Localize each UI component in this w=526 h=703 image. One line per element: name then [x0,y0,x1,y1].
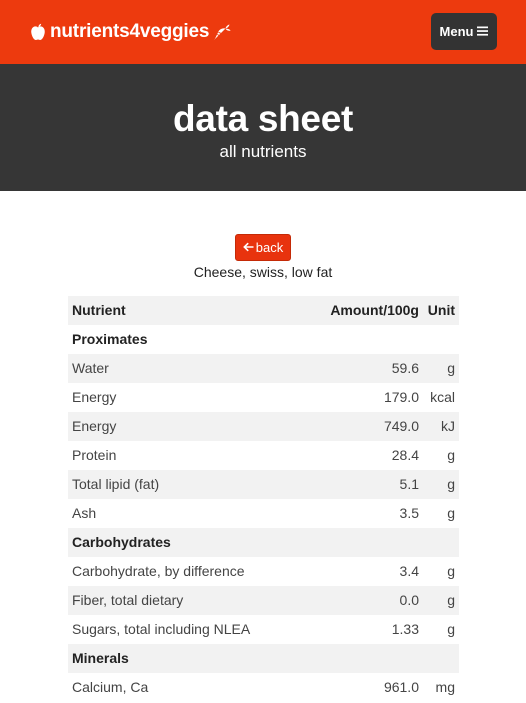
nutrient-amount: 961.0 [383,679,419,695]
table-row: Carbohydrate, by difference 3.4 g [68,557,459,586]
back-label: back [255,240,284,255]
nutrient-name: Ash [72,505,97,521]
nutrient-unit: g [447,592,455,608]
nutrient-amount: 3.4 [399,563,419,579]
carrot-icon [213,23,231,41]
nutrient-name: Fiber, total dietary [72,592,184,608]
nutrient-amount: 3.5 [399,505,419,521]
table-group-row: Carbohydrates [68,528,459,557]
nutrient-amount: 179.0 [383,389,419,405]
nutrient-amount: 5.1 [399,476,419,492]
arrow-left-icon [242,240,254,255]
nutrient-name: Energy [72,418,117,434]
nutrient-unit: g [447,476,455,492]
table-row: Energy 179.0 kcal [68,383,459,412]
nutrient-amount: 28.4 [391,447,419,463]
table-row: Sugars, total including NLEA 1.33 g [68,615,459,644]
nutrient-amount: 749.0 [383,418,419,434]
nutrient-table: Nutrient Amount/100g Unit Proximates Wate… [68,296,459,702]
nutrient-name: Energy [72,389,117,405]
nutrient-unit: kcal [430,389,455,405]
table-group-row: Proximates [68,325,459,354]
table-row: Ash 3.5 g [68,499,459,528]
nutrient-amount: 1.33 [391,621,419,637]
nutrient-name: Water [72,360,109,376]
nutrient-unit: kJ [441,418,455,434]
top-navbar: nutrients4veggies Menu [0,0,526,64]
table-header-row: Nutrient Amount/100g Unit [68,296,459,325]
nutrient-unit: g [447,360,455,376]
menu-label: Menu [439,24,474,39]
nutrient-unit: g [447,447,455,463]
nutrient-unit: g [447,505,455,521]
nutrient-name: Protein [72,447,117,463]
header-unit: Unit [427,302,455,318]
nutrient-unit: g [447,563,455,579]
food-name: Cheese, swiss, low fat [193,264,333,280]
nutrient-amount: 0.0 [399,592,419,608]
page-title: data sheet [172,98,353,139]
nutrient-name: Sugars, total including NLEA [72,621,251,637]
table-row: Fiber, total dietary 0.0 g [68,586,459,615]
nutrient-name: Calcium, Ca [72,679,149,695]
table-row: Protein 28.4 g [68,441,459,470]
brand-name: nutrients4veggies [50,21,210,42]
table-group-row: Minerals [68,644,459,673]
page-subtitle: all nutrients [219,142,307,161]
hero-banner: data sheet all nutrients [0,64,526,191]
table-row: Calcium, Ca 961.0 mg [68,673,459,702]
table-row: Total lipid (fat) 5.1 g [68,470,459,499]
nutrient-name: Total lipid (fat) [72,476,160,492]
header-amount: Amount/100g [330,302,419,318]
group-label: Carbohydrates [72,534,171,550]
group-label: Proximates [72,331,148,347]
back-button[interactable]: back [235,234,291,261]
table-row: Energy 749.0 kJ [68,412,459,441]
nutrient-name: Carbohydrate, by difference [72,563,245,579]
nutrient-unit: g [447,621,455,637]
menu-button[interactable]: Menu [431,13,497,50]
hamburger-icon [477,24,489,39]
nutrient-amount: 59.6 [391,360,419,376]
table-row: Water 59.6 g [68,354,459,383]
group-label: Minerals [72,650,129,666]
nutrient-unit: mg [435,679,455,695]
header-nutrient: Nutrient [72,302,126,318]
apple-icon [30,23,46,41]
brand-link[interactable]: nutrients4veggies [30,18,231,46]
